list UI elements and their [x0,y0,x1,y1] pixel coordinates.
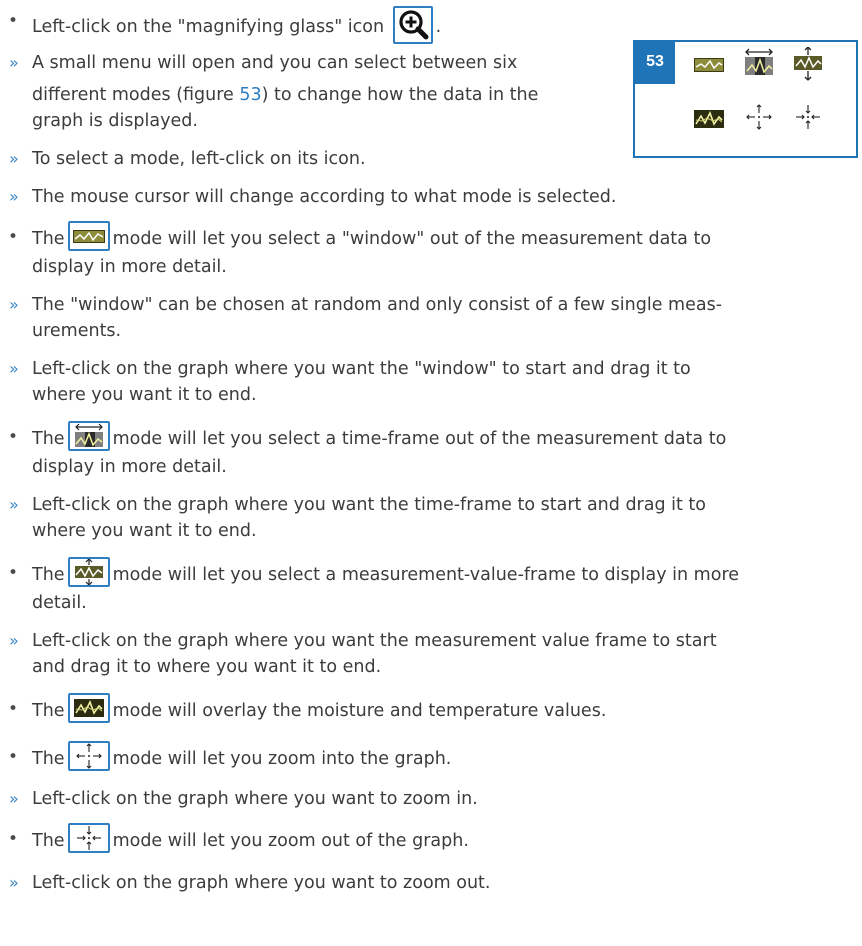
sub-marker: » [9,359,19,378]
time-frame-zoom-icon[interactable] [743,47,775,79]
instruction-text: graph is displayed. [32,111,198,131]
sub-marker: » [9,495,19,514]
bullet-marker: • [8,11,19,31]
instruction-text: Left-click on the "magnifying glass" ico… [32,17,385,37]
instruction-text: The "window" can be chosen at random and… [32,295,723,315]
sub-marker: » [9,53,19,72]
figure-53-menu: 53 [633,40,858,158]
sub-marker: » [9,187,19,206]
magnifying-glass-icon[interactable] [392,6,433,44]
instruction-text: The mouse cursor will change according t… [32,187,617,207]
instruction-text: Left-click on the graph where you want t… [32,495,706,515]
sub-marker: » [9,631,19,650]
overlay-icon[interactable] [693,106,725,132]
bullet-marker: • [8,747,19,767]
bullet-marker: • [8,427,19,447]
time-frame-zoom-icon[interactable] [67,421,110,451]
sub-marker: » [9,295,19,314]
instruction-text: where you want it to end. [32,521,257,541]
instruction-text: display in more detail. [32,257,227,277]
instruction-text: detail. [32,593,87,613]
instruction-text: display in more detail. [32,457,227,477]
instruction-text: Left-click on the graph where you want t… [32,359,691,379]
window-zoom-icon[interactable] [693,52,725,78]
instruction-text: urements. [32,321,122,341]
bullet-marker: • [8,699,19,719]
window-zoom-icon[interactable] [67,221,110,251]
bullet-marker: • [8,227,19,247]
instruction-text: Left-click on the graph where you want t… [32,873,491,893]
bullet-marker: • [8,563,19,583]
bullet-marker: • [8,829,19,849]
zoom-in-arrows-icon[interactable] [67,741,110,771]
instruction-text: A small menu will open and you can selec… [32,53,518,73]
instruction-text: Left-click on the graph where you want t… [32,789,478,809]
figure-reference-link[interactable]: 53 [239,85,261,105]
value-frame-zoom-icon[interactable] [67,557,110,587]
zoom-out-arrows-icon[interactable] [794,102,822,132]
zoom-in-arrows-icon[interactable] [745,102,773,132]
zoom-out-arrows-icon[interactable] [67,823,110,853]
figure-number: 53 [635,42,675,84]
value-frame-zoom-icon[interactable] [792,47,824,81]
instruction-text: Left-click on the graph where you want t… [32,631,717,651]
sub-marker: » [9,873,19,892]
instruction-text: To select a mode, left-click on its icon… [32,149,366,169]
overlay-icon[interactable] [67,693,110,723]
sub-marker: » [9,789,19,808]
sub-marker: » [9,149,19,168]
instruction-text: where you want it to end. [32,385,257,405]
instruction-text: and drag it to where you want it to end. [32,657,382,677]
